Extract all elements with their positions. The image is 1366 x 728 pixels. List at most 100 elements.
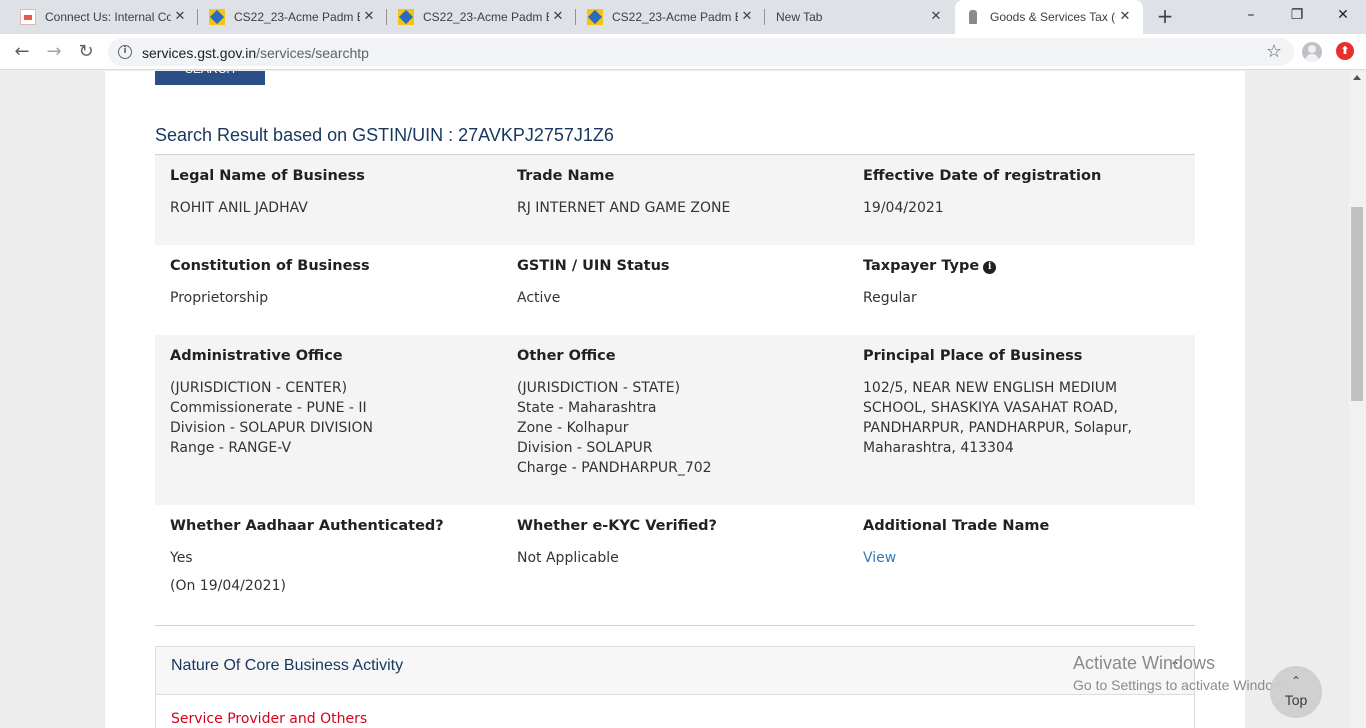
field-label: Trade Name bbox=[517, 168, 615, 184]
tab-title: New Tab bbox=[776, 10, 823, 24]
address-line: Charge - PANDHARPUR_702 bbox=[517, 460, 712, 476]
close-tab-icon[interactable]: ✕ bbox=[928, 9, 944, 25]
activate-windows-subtitle: Go to Settings to activate Windows. bbox=[1073, 677, 1294, 693]
field-label: Principal Place of Business bbox=[863, 348, 1083, 364]
divider bbox=[155, 625, 1195, 626]
address-line: Division - SOLAPUR DIVISION bbox=[170, 420, 374, 436]
core-activity-panel: Nature Of Core Business Activity ⌃ Servi… bbox=[155, 646, 1195, 728]
new-tab-button[interactable]: + bbox=[1154, 5, 1176, 27]
close-tab-icon[interactable]: ✕ bbox=[1117, 9, 1133, 25]
administrative-office-value: (JURISDICTION - CENTER) Commissionerate … bbox=[170, 378, 373, 458]
url-host: services.gst.gov.in bbox=[142, 45, 257, 61]
address-line: Zone - Kolhapur bbox=[517, 420, 629, 436]
address-line: Maharashtra, 413304 bbox=[863, 440, 1014, 456]
activate-windows-title: Activate Windows bbox=[1073, 653, 1216, 673]
field-label: Administrative Office bbox=[170, 348, 343, 364]
reload-icon[interactable]: ↻ bbox=[72, 38, 100, 66]
page-viewport: SEARCH Search Result based on GSTIN/UIN … bbox=[0, 71, 1349, 728]
back-to-top-button[interactable]: ⌃ Top bbox=[1270, 666, 1322, 718]
close-tab-icon[interactable]: ✕ bbox=[172, 9, 188, 25]
back-arrow-icon[interactable]: ← bbox=[8, 38, 36, 66]
bookmark-star-icon[interactable]: ☆ bbox=[1266, 41, 1282, 63]
profile-avatar-icon[interactable] bbox=[1302, 42, 1322, 62]
field-label: Other Office bbox=[517, 348, 616, 364]
taxpayer-type-label: Taxpayer Type bbox=[863, 258, 980, 274]
extension-icon[interactable]: ⬆ bbox=[1336, 42, 1354, 60]
field-label: Additional Trade Name bbox=[863, 518, 1050, 534]
tab-acme-2[interactable]: CS22_23-Acme Padm El ✕ bbox=[378, 0, 576, 34]
window-close-button[interactable]: ✕ bbox=[1320, 0, 1366, 30]
tab-acme-1[interactable]: CS22_23-Acme Padm El ✕ bbox=[189, 0, 387, 34]
gstin-status-value: Active bbox=[517, 290, 561, 306]
gov-emblem-favicon-icon bbox=[965, 9, 981, 25]
site-info-icon[interactable]: i bbox=[118, 45, 132, 59]
address-line: SCHOOL, SHASKIYA VASAHAT ROAD, bbox=[863, 400, 1118, 416]
address-line: Commissionerate - PUNE - II bbox=[170, 400, 367, 416]
other-office-value: (JURISDICTION - STATE) State - Maharasht… bbox=[517, 378, 712, 478]
acme-favicon-icon bbox=[209, 9, 225, 25]
effective-date-value: 19/04/2021 bbox=[863, 200, 944, 216]
address-line: (JURISDICTION - STATE) bbox=[517, 380, 681, 396]
view-link[interactable]: View bbox=[863, 548, 896, 568]
ekyc-value: Not Applicable bbox=[517, 550, 619, 566]
tab-title: CS22_23-Acme Padm El bbox=[423, 10, 549, 24]
address-line: 102/5, NEAR NEW ENGLISH MEDIUM bbox=[863, 380, 1118, 396]
acme-favicon-icon bbox=[398, 9, 414, 25]
restore-button[interactable]: ❐ bbox=[1274, 0, 1320, 30]
tab-title: CS22_23-Acme Padm El bbox=[612, 10, 738, 24]
legal-name-value: ROHIT ANIL JADHAV bbox=[170, 200, 308, 216]
details-row-1: Legal Name of Business ROHIT ANIL JADHAV… bbox=[155, 155, 1195, 245]
minimize-button[interactable]: – bbox=[1228, 0, 1274, 30]
tab-new-tab[interactable]: New Tab ✕ bbox=[756, 0, 954, 34]
tab-title: Goods & Services Tax (G bbox=[990, 10, 1116, 24]
core-activity-value: Service Provider and Others bbox=[171, 711, 368, 727]
tab-acme-3[interactable]: CS22_23-Acme Padm El ✕ bbox=[567, 0, 765, 34]
close-tab-icon[interactable]: ✕ bbox=[550, 9, 566, 25]
address-line: Division - SOLAPUR bbox=[517, 440, 653, 456]
search-button[interactable]: SEARCH bbox=[155, 71, 265, 85]
address-line: (JURISDICTION - CENTER) bbox=[170, 380, 348, 396]
forward-arrow-icon[interactable]: → bbox=[40, 38, 68, 66]
scroll-up-arrow-icon[interactable] bbox=[1353, 75, 1361, 80]
trade-name-value: RJ INTERNET AND GAME ZONE bbox=[517, 200, 731, 216]
details-row-3: Administrative Office (JURISDICTION - CE… bbox=[155, 335, 1195, 505]
chevron-up-icon: ⌃ bbox=[1290, 674, 1302, 688]
back-to-top-label: Top bbox=[1284, 692, 1308, 708]
field-label: Whether e-KYC Verified? bbox=[517, 518, 717, 534]
vertical-scrollbar[interactable] bbox=[1349, 71, 1366, 728]
address-line: State - Maharashtra bbox=[517, 400, 657, 416]
aadhaar-date: (On 19/04/2021) bbox=[170, 578, 286, 594]
field-label: GSTIN / UIN Status bbox=[517, 258, 670, 274]
acme-favicon-icon bbox=[587, 9, 603, 25]
core-activity-title: Nature Of Core Business Activity bbox=[171, 657, 404, 674]
close-tab-icon[interactable]: ✕ bbox=[739, 9, 755, 25]
tab-strip: Connect Us: Internal Co ✕ CS22_23-Acme P… bbox=[0, 0, 1366, 34]
principal-place-value: 102/5, NEAR NEW ENGLISH MEDIUM SCHOOL, S… bbox=[863, 378, 1132, 458]
taxpayer-type-value: Regular bbox=[863, 290, 917, 306]
url-path: /services/searchtp bbox=[256, 45, 369, 61]
scrollbar-thumb[interactable] bbox=[1351, 207, 1363, 401]
tab-connect-us[interactable]: Connect Us: Internal Co ✕ bbox=[0, 0, 198, 34]
field-label: Taxpayer Type i bbox=[863, 258, 997, 274]
address-line: PANDHARPUR, PANDHARPUR, Solapur, bbox=[863, 420, 1132, 436]
search-result-heading: Search Result based on GSTIN/UIN : 27AVK… bbox=[155, 125, 614, 145]
details-row-4: Whether Aadhaar Authenticated? Yes (On 1… bbox=[155, 505, 1195, 615]
field-label: Whether Aadhaar Authenticated? bbox=[170, 518, 444, 534]
details-row-2: Constitution of Business Proprietorship … bbox=[155, 245, 1195, 335]
close-tab-icon[interactable]: ✕ bbox=[361, 9, 377, 25]
tab-title: Connect Us: Internal Co bbox=[45, 10, 171, 24]
info-icon[interactable]: i bbox=[983, 261, 997, 274]
address-bar[interactable]: i services.gst.gov.in/services/searchtp … bbox=[108, 38, 1294, 66]
constitution-value: Proprietorship bbox=[170, 290, 269, 306]
aadhaar-value: Yes bbox=[170, 550, 193, 566]
field-label: Effective Date of registration bbox=[863, 168, 1102, 184]
field-label: Legal Name of Business bbox=[170, 168, 365, 184]
connect-favicon-icon bbox=[20, 9, 36, 25]
page-content: SEARCH Search Result based on GSTIN/UIN … bbox=[105, 71, 1245, 728]
field-label: Constitution of Business bbox=[170, 258, 370, 274]
tab-gst-active[interactable]: Goods & Services Tax (G ✕ bbox=[955, 0, 1143, 34]
tab-title: CS22_23-Acme Padm El bbox=[234, 10, 360, 24]
core-activity-header[interactable]: Nature Of Core Business Activity ⌃ bbox=[156, 647, 1194, 695]
url-text[interactable]: services.gst.gov.in/services/searchtp bbox=[142, 45, 369, 61]
browser-toolbar: ← → ↻ i services.gst.gov.in/services/sea… bbox=[0, 34, 1366, 70]
